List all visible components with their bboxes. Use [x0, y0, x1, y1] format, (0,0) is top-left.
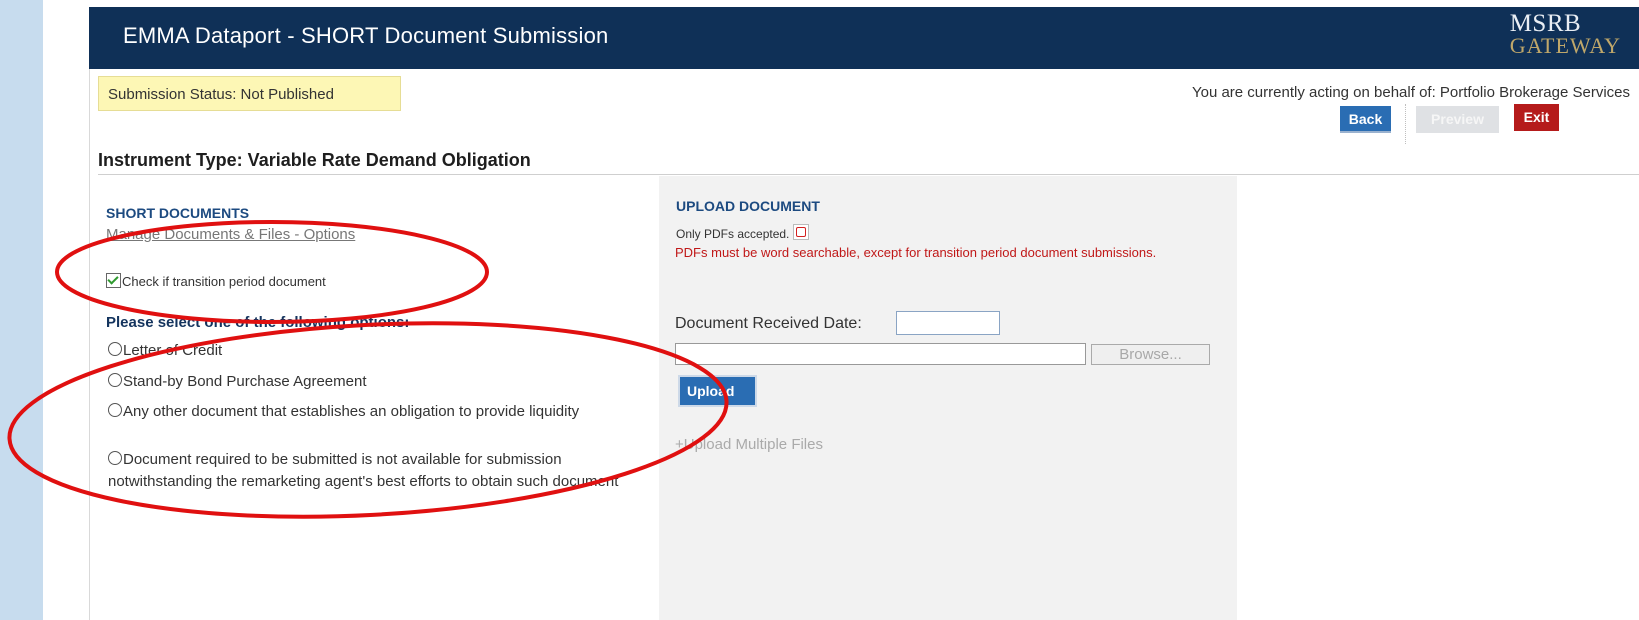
browse-button[interactable]: Browse... — [1091, 344, 1210, 365]
logo-bottom-text: GATEWAY — [1509, 33, 1621, 58]
instrument-type-heading: Instrument Type: Variable Rate Demand Ob… — [98, 150, 531, 170]
transition-period-label: Check if transition period document — [122, 274, 326, 289]
short-documents-title: SHORT DOCUMENTS — [106, 205, 250, 221]
file-path-input[interactable] — [675, 343, 1086, 365]
document-received-date-input[interactable] — [896, 311, 1000, 335]
pdf-icon — [793, 224, 810, 240]
manage-documents-link[interactable]: Manage Documents & Files - Options — [106, 226, 355, 243]
upload-document-title: UPLOAD DOCUMENT — [676, 198, 820, 214]
option-letter-of-credit[interactable]: Letter of Credit — [108, 340, 638, 362]
pdfs-only-text: Only PDFs accepted. — [676, 227, 790, 241]
preview-button[interactable]: Preview — [1416, 106, 1499, 133]
option-label: Any other document that establishes an o… — [123, 403, 580, 420]
radio-icon[interactable] — [108, 403, 122, 417]
option-standby-bond[interactable]: Stand-by Bond Purchase Agreement — [108, 371, 638, 393]
radio-icon[interactable] — [108, 373, 122, 387]
msrb-gateway-logo: MSRB GATEWAY — [1509, 10, 1621, 58]
exit-button[interactable]: Exit — [1514, 104, 1559, 131]
option-label: Letter of Credit — [123, 342, 223, 359]
heading-divider — [98, 174, 1639, 175]
upload-multiple-files-link[interactable]: +Upload Multiple Files — [675, 436, 823, 453]
pdfs-only-note: Only PDFs accepted. — [676, 224, 810, 241]
transition-period-checkbox-row[interactable]: Check if transition period document — [106, 273, 326, 289]
upload-button[interactable]: Upload — [678, 375, 757, 407]
radio-icon[interactable] — [108, 451, 122, 465]
option-other-liquidity[interactable]: Any other document that establishes an o… — [108, 401, 638, 423]
content-left-border — [89, 69, 90, 620]
toolbar-separator — [1405, 104, 1406, 144]
radio-icon[interactable] — [108, 342, 122, 356]
document-received-date-label: Document Received Date: — [675, 315, 862, 332]
back-button[interactable]: Back — [1340, 106, 1391, 133]
option-label: Document required to be submitted is not… — [108, 451, 619, 490]
option-label: Stand-by Bond Purchase Agreement — [123, 373, 367, 390]
transition-period-checkbox[interactable] — [106, 273, 121, 288]
pdf-searchable-warning: PDFs must be word searchable, except for… — [675, 245, 1157, 260]
options-heading: Please select one of the following optio… — [106, 314, 410, 331]
submission-status-badge: Submission Status: Not Published — [98, 76, 401, 111]
left-side-bar — [0, 0, 43, 620]
acting-on-behalf-text: You are currently acting on behalf of: P… — [1191, 84, 1630, 101]
option-document-not-available[interactable]: Document required to be submitted is not… — [108, 449, 638, 493]
logo-top-text: MSRB — [1509, 10, 1582, 37]
app-header: EMMA Dataport - SHORT Document Submissio… — [89, 7, 1639, 69]
page-title: EMMA Dataport - SHORT Document Submissio… — [123, 23, 609, 48]
